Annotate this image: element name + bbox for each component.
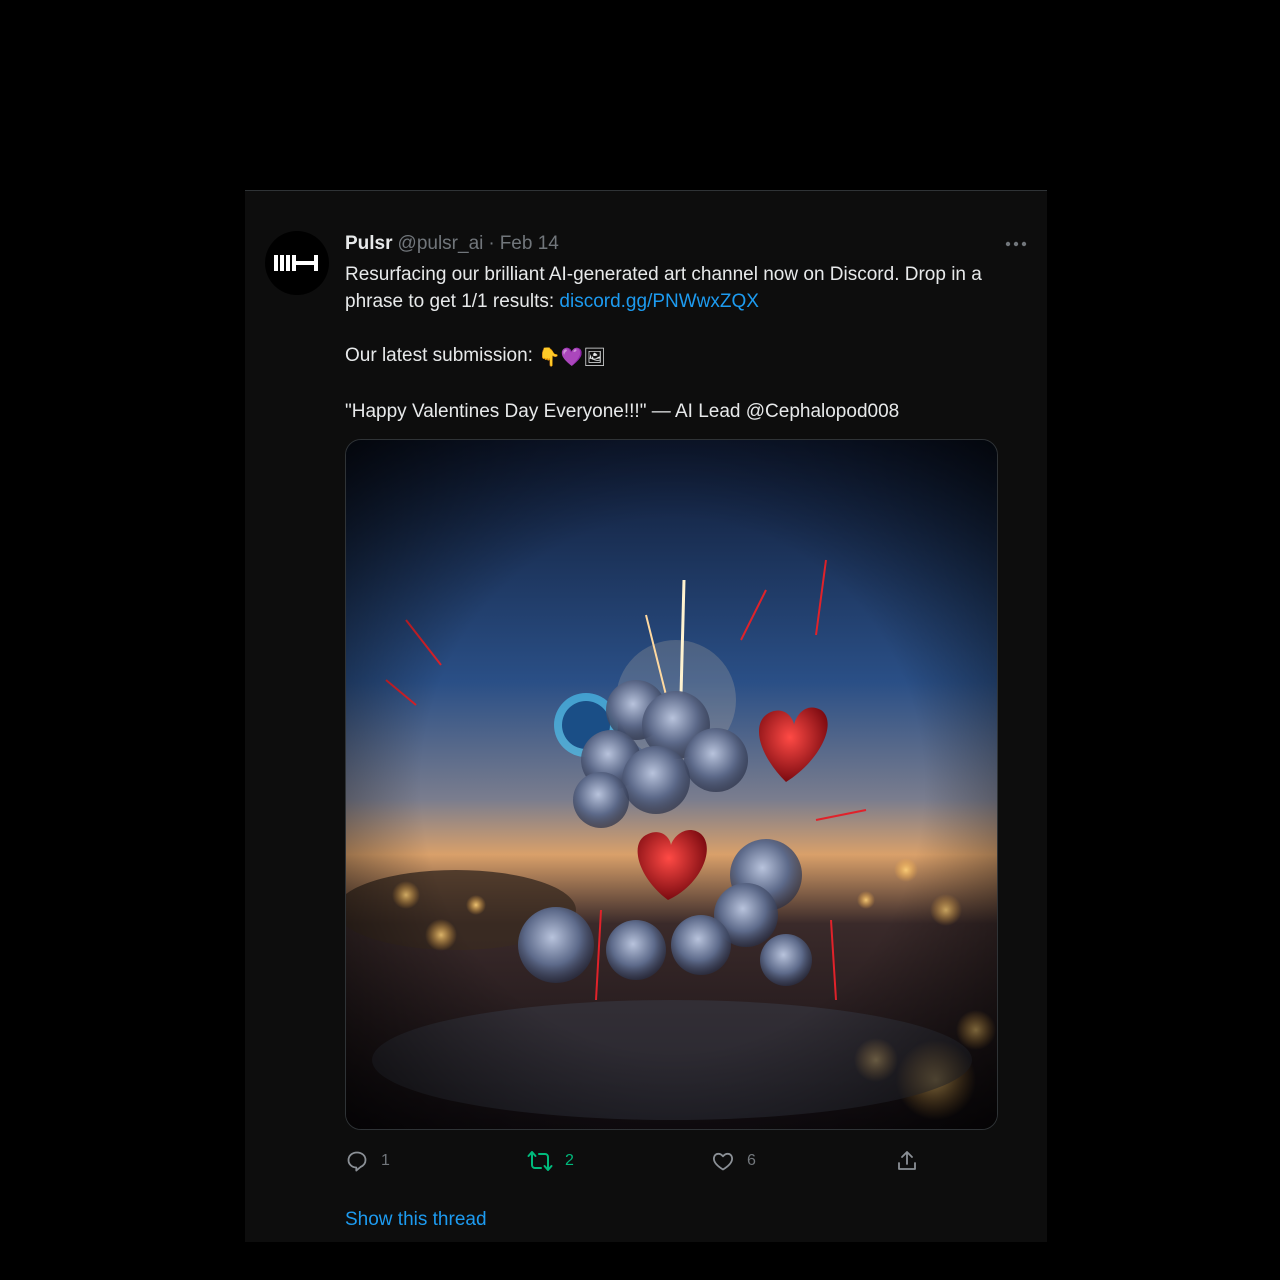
reply-count: 1: [381, 1152, 390, 1169]
tweet-text-line2: Our latest submission: 👇💜🖼: [345, 342, 1035, 371]
like-button[interactable]: 6: [711, 1146, 756, 1176]
tweet-quote: "Happy Valentines Day Everyone!!!" — AI …: [345, 401, 900, 422]
reply-icon: [347, 1151, 367, 1172]
show-thread-link[interactable]: Show this thread: [345, 1209, 487, 1231]
retweet-count: 2: [565, 1152, 574, 1169]
ai-art-image: [346, 440, 997, 1129]
more-button[interactable]: [1001, 232, 1031, 256]
purple-heart-emoji: 💜: [560, 347, 584, 367]
retweet-icon: [527, 1151, 553, 1171]
share-icon: [898, 1151, 916, 1170]
more-horizontal-icon: [1005, 241, 1027, 247]
discord-link[interactable]: discord.gg/PNWwxZQX: [559, 291, 759, 312]
framed-picture-emoji: 🖼: [583, 347, 606, 367]
retweet-button[interactable]: 2: [527, 1146, 574, 1176]
avatar[interactable]: [265, 231, 329, 295]
pulsr-logo-icon: [274, 255, 318, 271]
tweet-card[interactable]: Pulsr @pulsr_ai · Feb 14 Resurfacing our…: [245, 190, 1047, 1242]
share-button[interactable]: [895, 1146, 919, 1176]
pointing-down-emoji: 👇: [538, 347, 561, 367]
author-name[interactable]: Pulsr: [345, 233, 393, 255]
tweet-actions: 1 2 6: [345, 1146, 945, 1176]
heart-icon: [713, 1152, 733, 1171]
author-handle[interactable]: @pulsr_ai: [398, 233, 484, 255]
tweet-date[interactable]: Feb 14: [500, 233, 559, 255]
like-count: 6: [747, 1152, 756, 1169]
tweet-text: Resurfacing our brilliant AI-generated a…: [345, 261, 1035, 425]
separator-dot: ·: [488, 233, 495, 254]
tweet-header: Pulsr @pulsr_ai · Feb 14: [345, 232, 1031, 256]
reply-button[interactable]: 1: [345, 1146, 390, 1176]
tweet-text-line1: Resurfacing our brilliant AI-generated a…: [345, 261, 1035, 315]
tweet-media[interactable]: [345, 439, 998, 1130]
submission-label: Our latest submission:: [345, 345, 539, 366]
